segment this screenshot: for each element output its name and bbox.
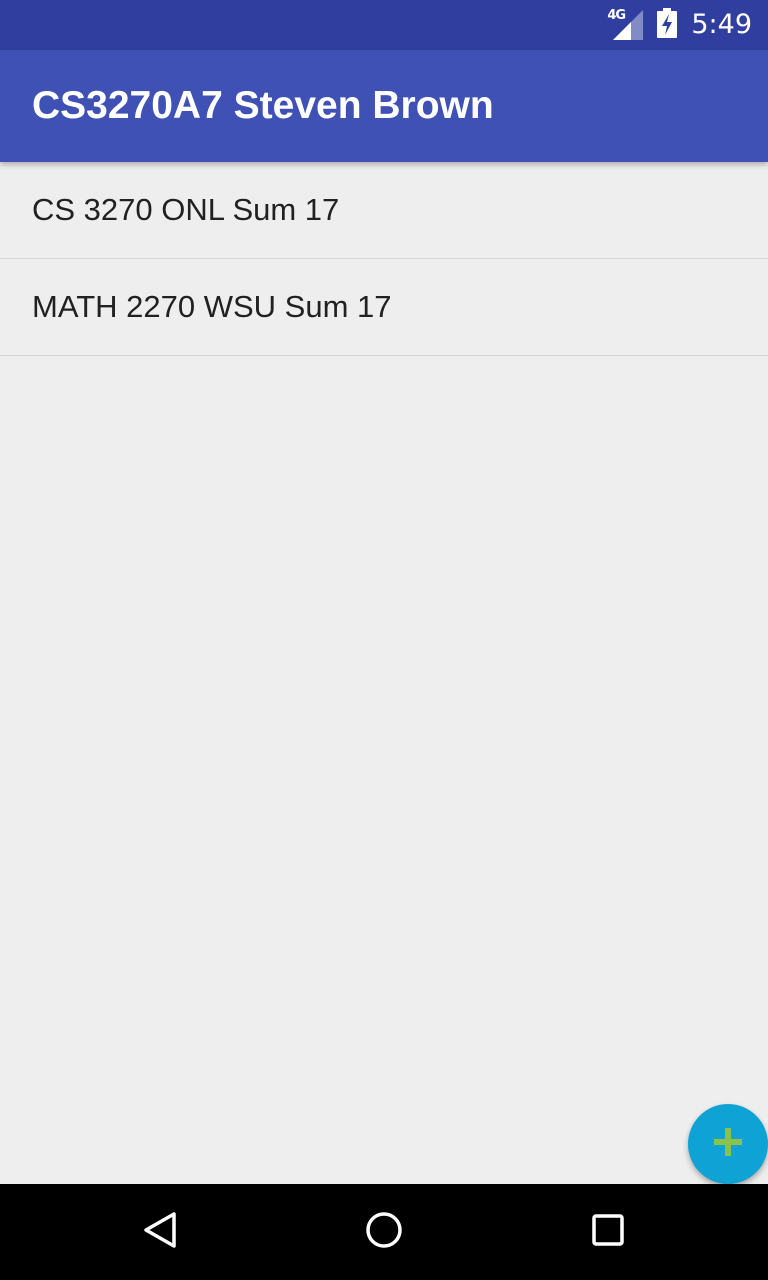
- clock: 5:49: [691, 9, 752, 40]
- recents-button[interactable]: [560, 1184, 656, 1280]
- plus-icon: [714, 1127, 742, 1161]
- home-icon: [364, 1210, 404, 1255]
- status-icons: 4G 5:49: [607, 0, 752, 50]
- signal-icon: 4G: [607, 8, 644, 40]
- list-item[interactable]: MATH 2270 WSU Sum 17: [0, 259, 768, 356]
- back-button[interactable]: [112, 1184, 208, 1280]
- app-bar: CS3270A7 Steven Brown: [0, 50, 768, 162]
- course-label: CS 3270 ONL Sum 17: [32, 192, 340, 227]
- battery-charging-icon: [657, 7, 678, 43]
- list-item[interactable]: CS 3270 ONL Sum 17: [0, 162, 768, 259]
- course-list: CS 3270 ONL Sum 17 MATH 2270 WSU Sum 17: [0, 162, 768, 356]
- back-icon: [140, 1210, 180, 1255]
- status-bar: 4G 5:49: [0, 0, 768, 50]
- course-label: MATH 2270 WSU Sum 17: [32, 289, 392, 324]
- home-button[interactable]: [336, 1184, 432, 1280]
- recents-icon: [588, 1210, 628, 1255]
- navigation-bar: [0, 1184, 768, 1280]
- add-course-button[interactable]: [688, 1104, 768, 1184]
- app-title: CS3270A7 Steven Brown: [32, 84, 494, 127]
- network-type-label: 4G: [607, 8, 626, 23]
